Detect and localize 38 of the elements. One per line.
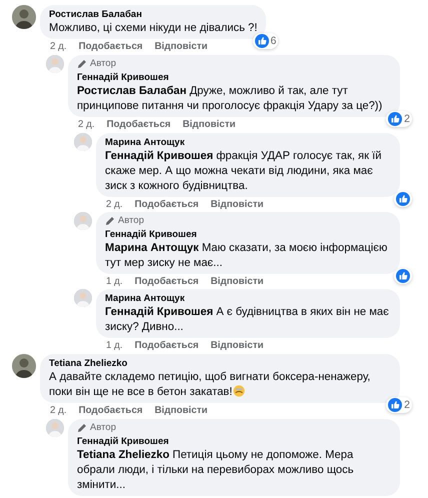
reply-link[interactable]: Відповісти [210, 276, 264, 288]
like-link[interactable]: Подобається [106, 119, 171, 131]
like-link[interactable]: Подобається [134, 276, 199, 288]
like-link[interactable]: Подобається [134, 340, 199, 352]
commenter-name[interactable]: Ростислав Балабан [49, 8, 258, 21]
comment-time[interactable]: 1 д. [106, 276, 123, 288]
author-label: Автор [90, 58, 116, 70]
reply-link[interactable]: Відповісти [182, 119, 236, 131]
reply-link[interactable]: Відповісти [154, 41, 208, 53]
commenter-name[interactable]: Геннадій Кривошея [77, 71, 391, 84]
author-label: Автор [90, 422, 116, 434]
commenter-name[interactable]: Tetiana Zheliezko [49, 357, 391, 370]
commenter-name[interactable]: Марина Антощук [105, 136, 391, 149]
commenter-name[interactable]: Марина Антощук [105, 292, 391, 305]
reaction-count[interactable]: 2 [386, 397, 412, 413]
comment-time[interactable]: 2 д. [50, 405, 67, 417]
commenter-name[interactable]: Геннадій Кривошея [105, 228, 391, 241]
author-label: Автор [118, 215, 144, 227]
like-link[interactable]: Подобається [134, 199, 199, 211]
comment-text: Марина Антощук Маю сказати, за моєю інформацією тут мер зиску не має... [105, 241, 388, 271]
reply-link[interactable]: Відповісти [154, 405, 208, 417]
comment-time[interactable]: 1 д. [106, 340, 123, 352]
comment-text: А давайте складемо петицію, щоб вигнати боксера-ненажеру, поки він ще не все в бетон закатав! [49, 370, 372, 400]
reply-link[interactable]: Відповісти [210, 199, 264, 211]
reaction-count[interactable]: 6 [252, 33, 278, 49]
comment-time[interactable]: 2 д. [106, 199, 123, 211]
comment-text: Можливо, ці схеми нікуди не дівались ?! [49, 21, 258, 36]
reaction-count[interactable]: 2 [386, 111, 412, 127]
comment-text: Геннадій Кривошея А є будівництва в яких він не має зиску? Дивно... [105, 305, 390, 335]
comment-time[interactable]: 2 д. [50, 41, 67, 53]
commenter-name[interactable]: Геннадій Кривошея [77, 435, 391, 448]
reply-link[interactable]: Відповісти [210, 340, 264, 352]
like-link[interactable]: Подобається [78, 405, 143, 417]
like-link[interactable]: Подобається [78, 41, 143, 53]
comment-text: Геннадій Кривошея фракція УДАР голосує так, як їй скаже мер. А що можна чекати від людини, яка має зиск з кожного будівництва. [105, 149, 382, 194]
comment-time[interactable]: 2 д. [78, 119, 95, 131]
comment-text: Ростислав Балабан Друже, можливо й так, але тут принципове питання чи проголосує фракція Удару за це?)) [77, 84, 384, 114]
comment-text: Tetiana Zheliezko Петиція цьому не допоможе. Мера обрали люди, і тільки на перевиборах можливо щось змінити... [77, 448, 355, 493]
